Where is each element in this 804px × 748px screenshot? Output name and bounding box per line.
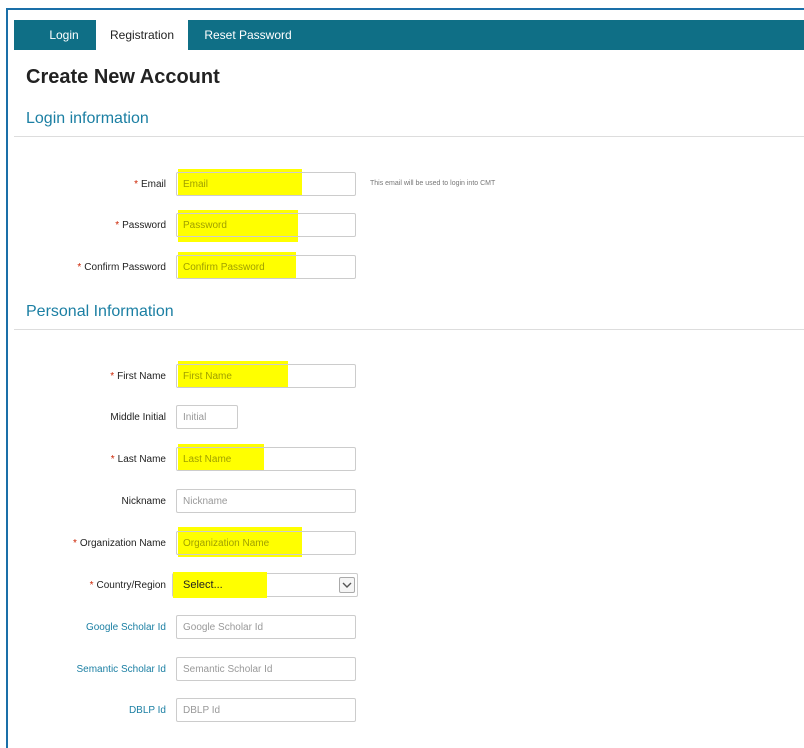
- middle-initial-field[interactable]: [176, 405, 238, 429]
- required-marker: *: [72, 538, 77, 549]
- middle-initial-row: Middle Initial: [0, 405, 804, 435]
- required-marker: *: [134, 179, 138, 190]
- required-marker: *: [89, 580, 94, 591]
- tab-bar: Login Registration Reset Password: [14, 20, 804, 50]
- first-name-field[interactable]: [176, 364, 356, 388]
- nickname-label: Nickname: [121, 496, 166, 507]
- semantic-scholar-label[interactable]: Semantic Scholar Id: [77, 657, 167, 683]
- required-marker: *: [115, 220, 120, 231]
- google-scholar-field[interactable]: [176, 615, 356, 639]
- email-field[interactable]: [176, 172, 356, 196]
- organization-label: * Organization Name: [72, 538, 166, 549]
- required-marker: *: [110, 454, 115, 465]
- password-row: * Password: [0, 210, 804, 243]
- google-scholar-row: Google Scholar Id: [0, 615, 804, 645]
- required-marker: *: [77, 262, 82, 273]
- section-title-personal: Personal Information: [26, 303, 174, 320]
- tab-reset-password[interactable]: Reset Password: [192, 20, 304, 50]
- tab-login[interactable]: Login: [34, 20, 94, 50]
- confirm-password-label: * Confirm Password: [77, 262, 166, 273]
- country-select-value: Select...: [183, 579, 223, 591]
- password-label: * Password: [115, 220, 166, 231]
- required-marker: *: [110, 371, 115, 382]
- last-name-field[interactable]: [176, 447, 356, 471]
- first-name-label: * First Name: [110, 371, 166, 382]
- country-label: * Country/Region: [89, 580, 166, 591]
- country-row: * Country/Region Select...: [0, 572, 804, 603]
- dblp-row: DBLP Id: [0, 698, 804, 728]
- confirm-password-row: * Confirm Password: [0, 252, 804, 285]
- nickname-row: Nickname: [0, 489, 804, 519]
- section-title-login: Login information: [26, 110, 149, 127]
- email-label: * Email: [134, 179, 166, 190]
- chevron-down-icon[interactable]: [339, 577, 355, 593]
- middle-initial-label: Middle Initial: [110, 412, 166, 423]
- country-select[interactable]: Select...: [172, 572, 358, 598]
- email-hint: This email will be used to login into CM…: [370, 180, 496, 187]
- google-scholar-label[interactable]: Google Scholar Id: [86, 615, 166, 641]
- password-field[interactable]: [176, 213, 356, 237]
- first-name-row: * First Name: [0, 361, 804, 394]
- organization-row: * Organization Name: [0, 527, 804, 561]
- organization-field[interactable]: [176, 531, 356, 555]
- section-divider: [14, 329, 804, 330]
- last-name-row: * Last Name: [0, 444, 804, 477]
- dblp-label[interactable]: DBLP Id: [129, 698, 166, 724]
- confirm-password-field[interactable]: [176, 255, 356, 279]
- last-name-label: * Last Name: [110, 454, 166, 465]
- semantic-scholar-field[interactable]: [176, 657, 356, 681]
- tab-registration[interactable]: Registration: [96, 20, 188, 50]
- dblp-field[interactable]: [176, 698, 356, 722]
- email-row: *Email This email will be used to login …: [0, 169, 804, 202]
- nickname-field[interactable]: [176, 489, 356, 513]
- page-title: Create New Account: [26, 66, 220, 88]
- semantic-scholar-row: Semantic Scholar Id: [0, 657, 804, 687]
- section-divider: [14, 136, 804, 137]
